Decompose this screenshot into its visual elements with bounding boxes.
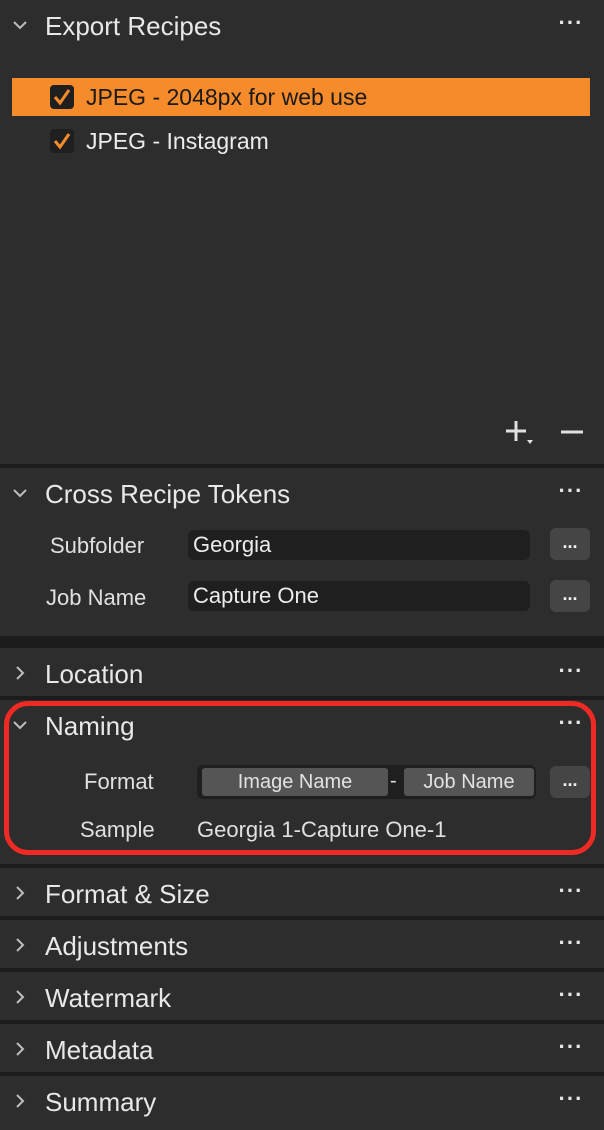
checkmark-icon xyxy=(53,89,71,106)
chevron-down-icon[interactable] xyxy=(8,481,32,505)
minus-icon[interactable] xyxy=(557,417,587,447)
subfolder-more-button[interactable]: ... xyxy=(550,528,590,560)
recipe-label: JPEG - Instagram xyxy=(86,128,269,154)
subfolder-field[interactable]: Georgia xyxy=(188,530,530,560)
subfolder-label: Subfolder xyxy=(50,533,145,558)
export-recipes-header[interactable]: Export Recipes ··· xyxy=(0,0,604,52)
recipe-item[interactable]: JPEG - Instagram xyxy=(12,122,590,160)
checkmark-icon xyxy=(53,133,71,150)
cross-recipe-tokens-header[interactable]: Cross Recipe Tokens ··· xyxy=(0,468,604,520)
highlight-outline xyxy=(4,701,596,855)
more-options-icon[interactable]: ··· xyxy=(556,1088,586,1112)
summary-header[interactable]: Summary ··· xyxy=(0,1076,604,1124)
job-name-more-button[interactable]: ... xyxy=(550,580,590,612)
checkbox[interactable] xyxy=(50,129,74,153)
section-title: Metadata xyxy=(45,1035,154,1065)
adjustments-header[interactable]: Adjustments ··· xyxy=(0,920,604,968)
plus-icon[interactable] xyxy=(503,417,537,447)
more-options-icon[interactable]: ··· xyxy=(556,1036,586,1060)
section-title: Watermark xyxy=(45,983,172,1013)
format-size-header[interactable]: Format & Size ··· xyxy=(0,868,604,916)
chevron-right-icon[interactable] xyxy=(8,661,32,685)
job-name-label: Job Name xyxy=(46,585,147,610)
checkbox[interactable] xyxy=(50,85,74,109)
more-options-icon[interactable]: ··· xyxy=(556,932,586,956)
section-title: Summary xyxy=(45,1087,157,1117)
more-options-icon[interactable]: ··· xyxy=(556,660,586,684)
metadata-panel: Metadata ··· xyxy=(0,1024,604,1072)
section-title: Cross Recipe Tokens xyxy=(45,479,291,509)
location-panel: Location ··· xyxy=(0,648,604,696)
chevron-right-icon[interactable] xyxy=(8,881,32,905)
recipe-label: JPEG - 2048px for web use xyxy=(86,84,368,110)
export-recipes-panel: Export Recipes ··· JPEG - 2048px for web… xyxy=(0,0,604,464)
chevron-right-icon[interactable] xyxy=(8,933,32,957)
metadata-header[interactable]: Metadata ··· xyxy=(0,1024,604,1072)
watermark-header[interactable]: Watermark ··· xyxy=(0,972,604,1020)
chevron-right-icon[interactable] xyxy=(8,1037,32,1061)
chevron-right-icon[interactable] xyxy=(8,1089,32,1113)
more-options-icon[interactable]: ··· xyxy=(556,12,586,36)
summary-panel: Summary ··· xyxy=(0,1076,604,1130)
section-title: Adjustments xyxy=(45,931,189,961)
chevron-down-icon[interactable] xyxy=(8,13,32,37)
adjustments-panel: Adjustments ··· xyxy=(0,920,604,968)
watermark-panel: Watermark ··· xyxy=(0,972,604,1020)
chevron-right-icon[interactable] xyxy=(8,985,32,1009)
section-title: Format & Size xyxy=(45,879,210,909)
more-options-icon[interactable]: ··· xyxy=(556,880,586,904)
more-options-icon[interactable]: ··· xyxy=(556,984,586,1008)
format-size-panel: Format & Size ··· xyxy=(0,868,604,916)
section-title: Export Recipes xyxy=(45,11,222,41)
section-title: Location xyxy=(45,659,144,689)
divider xyxy=(0,636,604,648)
location-header[interactable]: Location ··· xyxy=(0,648,604,696)
cross-recipe-tokens-panel: Cross Recipe Tokens ··· Subfolder Georgi… xyxy=(0,468,604,636)
recipe-item[interactable]: JPEG - 2048px for web use xyxy=(12,78,590,116)
job-name-field[interactable]: Capture One xyxy=(188,581,530,611)
more-options-icon[interactable]: ··· xyxy=(556,480,586,504)
